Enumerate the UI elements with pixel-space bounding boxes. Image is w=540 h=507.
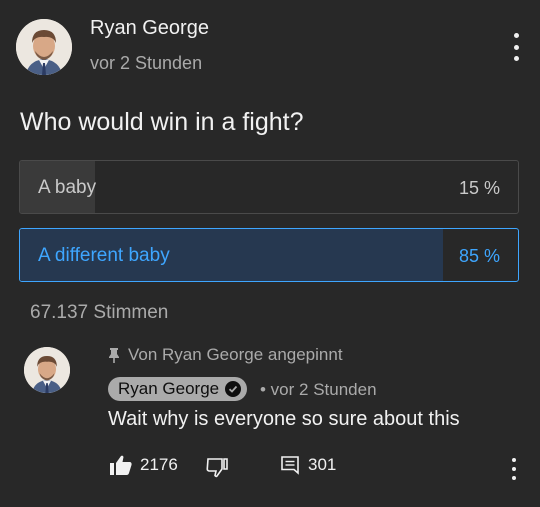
comment-author-badge[interactable]: Ryan George: [108, 377, 248, 401]
like-button[interactable]: 2176: [110, 455, 178, 475]
poll-option-label: A different baby: [38, 245, 170, 266]
vote-count: 67.137 Stimmen: [30, 302, 169, 323]
pinned-label: Von Ryan George angepinnt: [128, 345, 343, 364]
reply-count: 301: [308, 455, 337, 474]
comment-text: Wait why is everyone so sure about this: [108, 408, 460, 430]
comment-author: Ryan George: [118, 379, 220, 398]
pin-icon: [109, 348, 119, 363]
post-timestamp: vor 2 Stunden: [90, 53, 203, 73]
poll-option-label: A baby: [38, 177, 97, 198]
pinned-indicator: Von Ryan George angepinnt: [108, 345, 343, 365]
dislike-button[interactable]: [206, 458, 228, 478]
reply-button[interactable]: 301: [280, 455, 336, 475]
avatar-portrait: [16, 19, 72, 75]
avatar-portrait: [24, 347, 70, 393]
channel-name[interactable]: Ryan George: [90, 17, 209, 40]
like-count: 2176: [140, 455, 178, 474]
verified-check-icon: [225, 381, 242, 397]
poll-question: Who would win in a fight?: [20, 108, 304, 136]
comment-avatar[interactable]: [24, 347, 70, 393]
poll-option-a-different-baby[interactable]: A different baby 85 %: [19, 228, 519, 282]
channel-avatar[interactable]: [16, 19, 72, 75]
post-more-icon[interactable]: [512, 33, 520, 61]
poll-option-a-baby[interactable]: A baby 15 %: [19, 160, 519, 214]
comment-more-icon[interactable]: [510, 458, 518, 480]
comment-timestamp: • vor 2 Stunden: [260, 380, 377, 399]
reply-icon: [281, 456, 299, 475]
thumbs-up-icon: [110, 455, 132, 475]
poll-option-percent: 15 %: [458, 178, 500, 198]
thumbs-down-icon: [206, 458, 228, 478]
poll-option-percent: 85 %: [458, 246, 500, 266]
